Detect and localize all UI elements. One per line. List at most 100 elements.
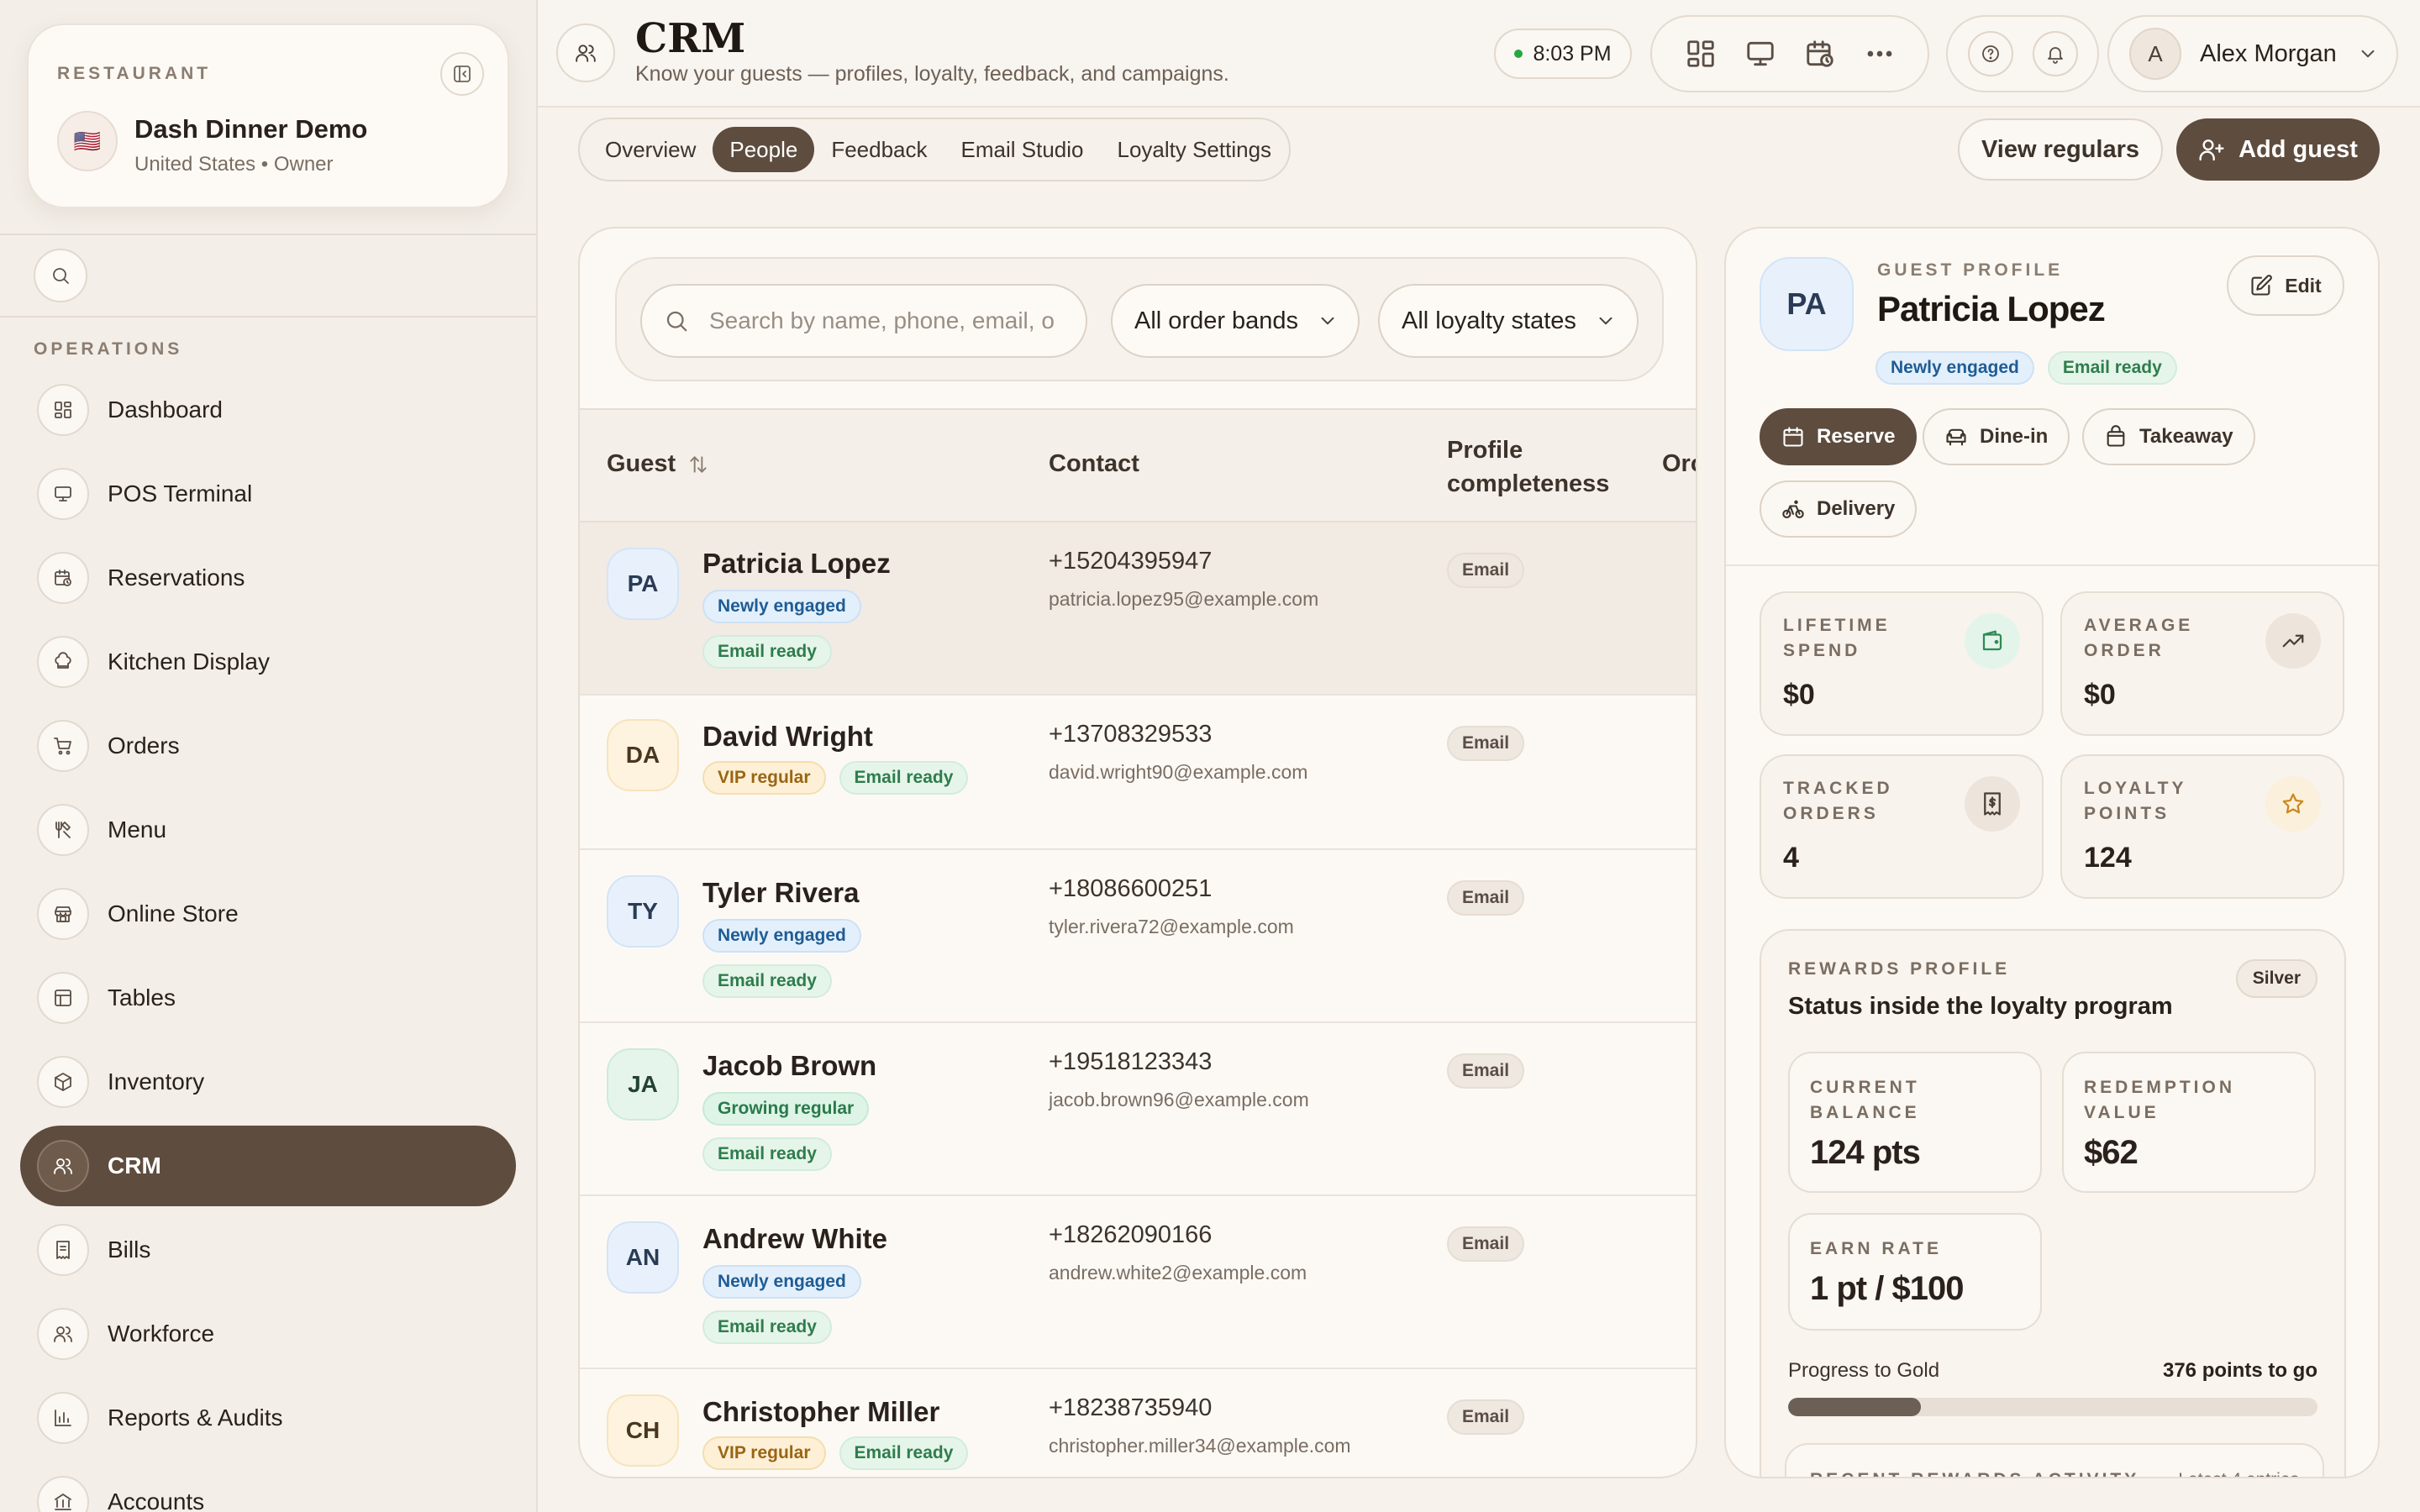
quick-actions: [1650, 15, 1929, 92]
column-guest-label: Guest: [607, 450, 676, 477]
flag-icon: 🇺🇸: [57, 111, 118, 171]
loyalty-state-select[interactable]: All loyalty states: [1378, 284, 1639, 358]
column-guest[interactable]: Guest: [607, 450, 709, 478]
sidebar-item-accounts[interactable]: Accounts: [20, 1462, 516, 1512]
sidebar-item-workforce[interactable]: Workforce: [20, 1294, 516, 1374]
tab-feedback[interactable]: Feedback: [814, 127, 944, 172]
user-menu[interactable]: A Alex Morgan: [2107, 15, 2398, 92]
crm-tabs: Overview People Feedback Email Studio Lo…: [578, 118, 1291, 181]
more-icon[interactable]: [1864, 38, 1896, 70]
dashboard-icon[interactable]: [1685, 38, 1717, 70]
balance-value: 124 pts: [1810, 1134, 1921, 1171]
receipt-icon: [1965, 776, 2020, 832]
calendar-clock-icon[interactable]: [1804, 38, 1836, 70]
tracked-orders-card: TRACKED ORDERS 4: [1760, 754, 2044, 899]
sidebar-item-tables[interactable]: Tables: [20, 958, 516, 1038]
search-input[interactable]: [709, 307, 1079, 334]
add-guest-button[interactable]: Add guest: [2176, 118, 2380, 181]
guest-avatar: AN: [607, 1221, 679, 1294]
average-order-card: AVERAGE ORDER $0: [2060, 591, 2344, 736]
dine-in-button[interactable]: Dine-in: [1923, 408, 2070, 465]
completeness-chip: Email: [1447, 1053, 1525, 1089]
delivery-label: Delivery: [1817, 497, 1896, 520]
sidebar-item-label: Reports & Audits: [108, 1404, 283, 1431]
guest-name: Jacob Brown: [702, 1050, 877, 1081]
table-row[interactable]: TY Tyler Rivera Newly engaged Email read…: [580, 850, 1696, 1023]
completeness-chip: Email: [1447, 880, 1525, 916]
stat-label: AVERAGE ORDER: [2084, 616, 2194, 660]
collapse-sidebar-icon[interactable]: [440, 52, 484, 96]
guest-email: christopher.miller34@example.com: [1049, 1435, 1351, 1457]
status-badge: VIP regular: [702, 1436, 826, 1470]
search-icon[interactable]: [34, 249, 87, 302]
guest-phone: +18262090166: [1049, 1221, 1213, 1248]
help-icon[interactable]: [1967, 31, 2013, 76]
order-band-select[interactable]: All order bands: [1111, 284, 1360, 358]
sidebar-item-dashboard[interactable]: Dashboard: [20, 370, 516, 450]
table-row[interactable]: CH Christopher Miller VIP regular Email …: [580, 1369, 1696, 1477]
guest-phone: +13708329533: [1049, 721, 1213, 748]
restaurant-card[interactable]: RESTAURANT 🇺🇸 Dash Dinner Demo United St…: [27, 24, 509, 208]
recent-activity-count: Latest 4 entries: [2178, 1470, 2299, 1477]
stat-value: 4: [1783, 842, 1799, 874]
add-guest-label: Add guest: [2238, 135, 2358, 163]
sidebar-item-menu[interactable]: Menu: [20, 790, 516, 870]
sidebar: RESTAURANT 🇺🇸 Dash Dinner Demo United St…: [0, 0, 538, 1512]
view-regulars-button[interactable]: View regulars: [1958, 118, 2163, 181]
monitor-icon[interactable]: [1744, 38, 1776, 70]
sidebar-item-label: Online Store: [108, 900, 239, 927]
delivery-button[interactable]: Delivery: [1760, 480, 1918, 538]
sidebar-item-label: POS Terminal: [108, 480, 253, 507]
status-badge: Email ready: [702, 1310, 832, 1344]
sidebar-item-label: Reservations: [108, 564, 245, 591]
sidebar-item-pos-terminal[interactable]: POS Terminal: [20, 454, 516, 534]
sidebar-item-reservations[interactable]: Reservations: [20, 538, 516, 618]
guest-list-panel: All order bands All loyalty states Guest…: [578, 227, 1697, 1478]
sidebar-item-online-store[interactable]: Online Store: [20, 874, 516, 954]
column-orders: Orc: [1662, 450, 1696, 477]
stat-label: LIFETIME SPEND: [1783, 616, 1891, 660]
takeaway-label: Takeaway: [2139, 425, 2233, 448]
tab-overview[interactable]: Overview: [588, 127, 713, 172]
completeness-chip: Email: [1447, 553, 1525, 588]
guest-name: David Wright: [702, 721, 873, 752]
sidebar-item-kitchen-display[interactable]: Kitchen Display: [20, 622, 516, 702]
tab-people[interactable]: People: [713, 127, 815, 172]
guest-avatar: CH: [607, 1394, 679, 1467]
users-icon: [556, 24, 615, 82]
takeaway-button[interactable]: Takeaway: [2082, 408, 2255, 465]
sidebar-item-label: Orders: [108, 732, 180, 759]
avatar: A: [2129, 28, 2181, 80]
table-row[interactable]: JA Jacob Brown Growing regular Email rea…: [580, 1023, 1696, 1196]
table-row[interactable]: DA David Wright VIP regular Email ready …: [580, 696, 1696, 850]
stat-value: $0: [2084, 679, 2116, 711]
sidebar-item-orders[interactable]: Orders: [20, 706, 516, 786]
progress-label: Progress to Gold: [1788, 1359, 1940, 1382]
tab-email-studio[interactable]: Email Studio: [944, 127, 1101, 172]
column-profile-completeness: Profile completeness: [1447, 433, 1623, 501]
bell-icon[interactable]: [2032, 31, 2078, 76]
sidebar-item-bills[interactable]: Bills: [20, 1210, 516, 1290]
guest-email: patricia.lopez95@example.com: [1049, 588, 1319, 610]
stat-value: $0: [1783, 679, 1815, 711]
edit-button[interactable]: Edit: [2227, 255, 2344, 316]
sidebar-item-inventory[interactable]: Inventory: [20, 1042, 516, 1122]
box-icon: [37, 1056, 89, 1108]
redemption-label: REDEMPTION VALUE: [2084, 1078, 2236, 1122]
table-row[interactable]: PA Patricia Lopez Newly engaged Email re…: [580, 522, 1696, 696]
profile-eyebrow: GUEST PROFILE: [1877, 260, 2064, 280]
sidebar-item-reports-audits[interactable]: Reports & Audits: [20, 1378, 516, 1458]
calendar-icon: [1781, 425, 1805, 449]
top-header: CRM Know your guests — profiles, loyalty…: [538, 0, 2420, 108]
guest-email: jacob.brown96@example.com: [1049, 1089, 1309, 1110]
search-field[interactable]: [640, 284, 1087, 358]
completeness-chip: Email: [1447, 726, 1525, 761]
filter-bar: All order bands All loyalty states: [615, 257, 1664, 381]
restaurant-subtitle: United States • Owner: [134, 153, 334, 176]
sidebar-item-crm[interactable]: CRM: [20, 1126, 516, 1206]
reserve-button[interactable]: Reserve: [1760, 408, 1918, 465]
completeness-chip: Email: [1447, 1399, 1525, 1435]
tab-loyalty-settings[interactable]: Loyalty Settings: [1100, 127, 1288, 172]
table-row[interactable]: AN Andrew White Newly engaged Email read…: [580, 1196, 1696, 1369]
cart-icon: [37, 720, 89, 772]
